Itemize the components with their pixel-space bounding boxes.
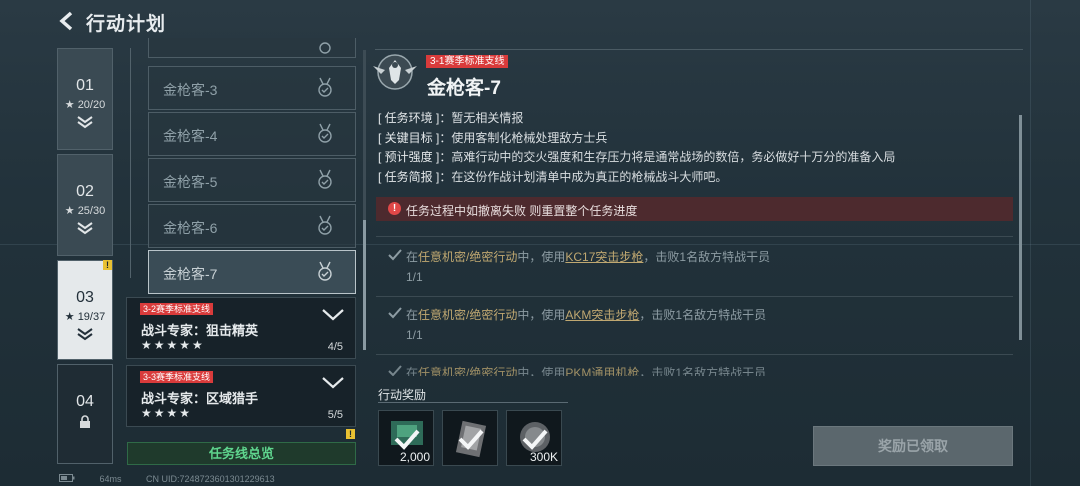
claim-rewards-button[interactable]: 奖励已领取 [813, 426, 1013, 466]
task-item: 在任意机密/绝密行动中，使用AKM突击步枪，击败1名敌方特战干员 1/1 [388, 306, 1008, 346]
chapter-tab-01[interactable]: 01 ★ 20/20 [57, 48, 113, 150]
chevron-down-icon [322, 309, 344, 321]
branch-card-hunter[interactable]: 3-3赛季标准支线 战斗专家：区域猎手 ★★★★ 5/5 [126, 365, 356, 427]
chapter-score: ★ 20/20 [64, 99, 106, 111]
tree-connector [130, 48, 131, 278]
chapter-number: 04 [76, 393, 94, 410]
chevron-down-icon [77, 222, 93, 235]
chapter-tab-03[interactable]: ! 03 ★ 19/37 [57, 260, 113, 360]
divider [376, 354, 1013, 355]
medal-icon [318, 123, 332, 143]
task-item-partial: 在任意机密/绝密行动中，使用PKM通用机枪，击败1名敌方特战干员 [388, 364, 1008, 376]
reward-item[interactable]: 2,000 [378, 410, 434, 466]
mission-overview-button[interactable]: 任务线总览 [127, 442, 356, 465]
check-icon [388, 365, 402, 376]
scrollbar-thumb[interactable] [363, 220, 366, 350]
back-arrow-icon [59, 11, 73, 31]
chapter-tab-02[interactable]: 02 ★ 25/30 [57, 154, 113, 256]
claimed-check-icon [522, 429, 548, 450]
branch-card-sniper[interactable]: 3-2赛季标准支线 战斗专家：狙击精英 ★★★★★ 4/5 [126, 297, 356, 359]
mission-name: 金枪客-7 [163, 266, 218, 282]
chapter-number: 02 [76, 183, 94, 200]
medal-icon [318, 261, 332, 281]
claimed-check-icon [458, 429, 484, 450]
mission-item-selected[interactable]: 金枪客-7 [148, 250, 356, 294]
mission-info: [ 任务环境 ]：暂无相关情报 [ 关键目标 ]：使用客制化枪械处理敌方士兵 [… [378, 109, 1018, 187]
reward-item[interactable] [442, 410, 498, 466]
page-title: 行动计划 [86, 14, 167, 35]
mission-scrollbar[interactable] [363, 50, 366, 350]
info-row-intensity: [ 预计强度 ]：高难行动中的交火强度和生存压力将是通常战场的数倍，务必做好十万… [378, 150, 896, 164]
user-uid: CN UID:7248723601301229613 [146, 474, 275, 484]
branch-count: 4/5 [327, 341, 343, 353]
branch-stars: ★★★★ [141, 406, 193, 420]
mission-item-partial[interactable] [148, 38, 356, 58]
chapter-number: 01 [76, 77, 94, 94]
reward-item[interactable]: 300K [506, 410, 562, 466]
task-progress: 1/1 [406, 270, 423, 284]
rewards-divider [378, 402, 568, 403]
mission-item[interactable]: 金枪客-4 [148, 112, 356, 156]
mission-tag: 3-1赛季标准支线 [426, 55, 509, 68]
task-progress: 1/1 [406, 328, 423, 342]
alert-badge: ! [346, 429, 355, 439]
branch-stars: ★★★★★ [141, 338, 205, 352]
medal-icon [318, 77, 332, 97]
branch-name: 战斗专家：狙击精英 [141, 323, 259, 338]
info-row-objective: [ 关键目标 ]：使用客制化枪械处理敌方士兵 [378, 130, 608, 145]
chevron-down-icon [322, 377, 344, 389]
mission-name: 金枪客-6 [163, 220, 218, 236]
status-bar: 64ms CN UID:7248723601301229613 [59, 474, 275, 484]
reward-count: 300K [529, 450, 558, 464]
info-row-environment: [ 任务环境 ]：暂无相关情报 [378, 111, 524, 125]
bg-divider [1030, 0, 1031, 486]
eagle-emblem-icon [373, 54, 417, 90]
mission-item[interactable]: 金枪客-3 [148, 66, 356, 110]
reward-count: 2,000 [399, 450, 430, 464]
chapter-tab-04[interactable]: 04 [57, 364, 113, 464]
mission-name: 金枪客-5 [163, 174, 218, 190]
mission-item[interactable]: 金枪客-6 [148, 204, 356, 248]
chapter-score: ★ 19/37 [64, 311, 106, 323]
medal-icon [319, 42, 331, 54]
medal-icon [318, 215, 332, 235]
branch-tag: 3-2赛季标准支线 [140, 303, 214, 315]
reset-warning: ! 任务过程中如撤离失败 则重置整个任务进度 [376, 197, 1013, 221]
warning-icon: ! [388, 202, 401, 215]
rewards-label: 行动奖励 [378, 388, 427, 402]
mission-title: 金枪客-7 [427, 78, 501, 99]
mission-item[interactable]: 金枪客-5 [148, 158, 356, 202]
mission-name: 金枪客-4 [163, 128, 218, 144]
branch-tag: 3-3赛季标准支线 [140, 371, 214, 383]
info-row-briefing: [ 任务简报 ]：在这份作战计划清单中成为真正的枪械战斗大师吧。 [378, 169, 728, 184]
battery-icon [59, 474, 75, 482]
branch-name: 战斗专家：区域猎手 [141, 391, 259, 406]
alert-badge: ! [103, 260, 112, 270]
branch-count: 5/5 [327, 409, 343, 421]
ping: 64ms [99, 474, 122, 484]
mission-name: 金枪客-3 [163, 82, 218, 98]
detail-top-divider [375, 49, 1023, 50]
task-item: 在任意机密/绝密行动中，使用KC17突击步枪，击败1名敌方特战干员 1/1 [388, 248, 1008, 288]
warning-text: 任务过程中如撤离失败 则重置整个任务进度 [406, 204, 638, 218]
medal-icon [318, 169, 332, 189]
divider [376, 236, 1013, 237]
check-icon [388, 249, 402, 261]
divider [376, 296, 1013, 297]
chevron-down-icon [77, 328, 93, 341]
lock-icon [80, 415, 90, 428]
detail-scrollbar[interactable] [1019, 115, 1022, 340]
check-icon [388, 307, 402, 319]
chapter-score: ★ 25/30 [64, 205, 106, 217]
chevron-down-icon [77, 116, 93, 129]
claimed-check-icon [394, 429, 420, 450]
back-button[interactable] [56, 10, 78, 32]
chapter-number: 03 [76, 289, 94, 306]
